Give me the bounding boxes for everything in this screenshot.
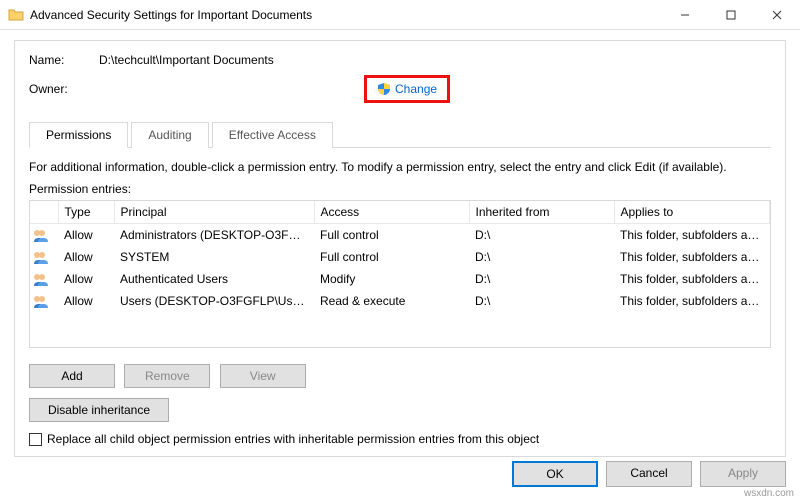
cell-access: Full control bbox=[314, 224, 469, 247]
cancel-button[interactable]: Cancel bbox=[606, 461, 692, 487]
cell-type: Allow bbox=[58, 224, 114, 247]
replace-checkbox-label: Replace all child object permission entr… bbox=[47, 432, 539, 446]
view-button[interactable]: View bbox=[220, 364, 306, 388]
shield-icon bbox=[377, 82, 391, 96]
window-title: Advanced Security Settings for Important… bbox=[30, 8, 662, 22]
grid-header: Type Principal Access Inherited from App… bbox=[30, 201, 770, 224]
content-panel: Name: D:\techcult\Important Documents Ow… bbox=[14, 40, 786, 457]
cell-type: Allow bbox=[58, 290, 114, 312]
cell-applies: This folder, subfolders and files bbox=[614, 246, 770, 268]
permission-grid[interactable]: Type Principal Access Inherited from App… bbox=[29, 200, 771, 348]
cell-access: Full control bbox=[314, 246, 469, 268]
col-icon[interactable] bbox=[30, 201, 58, 224]
cell-type: Allow bbox=[58, 246, 114, 268]
replace-checkbox[interactable] bbox=[29, 433, 42, 446]
tab-effective-access[interactable]: Effective Access bbox=[212, 122, 333, 148]
col-applies[interactable]: Applies to bbox=[614, 201, 770, 224]
cell-applies: This folder, subfolders and files bbox=[614, 224, 770, 247]
cell-principal: Administrators (DESKTOP-O3FGF... bbox=[114, 224, 314, 247]
change-owner-link[interactable]: Change bbox=[364, 75, 450, 103]
cell-inherited: D:\ bbox=[469, 224, 614, 247]
name-value: D:\techcult\Important Documents bbox=[99, 53, 274, 67]
entries-label: Permission entries: bbox=[29, 182, 771, 196]
watermark: wsxdn.com bbox=[744, 488, 794, 499]
cell-principal: Authenticated Users bbox=[114, 268, 314, 290]
people-icon bbox=[30, 224, 58, 247]
maximize-button[interactable] bbox=[708, 0, 754, 30]
col-type[interactable]: Type bbox=[58, 201, 114, 224]
col-inherited[interactable]: Inherited from bbox=[469, 201, 614, 224]
name-row: Name: D:\techcult\Important Documents bbox=[29, 53, 771, 67]
replace-checkbox-row[interactable]: Replace all child object permission entr… bbox=[29, 432, 771, 446]
remove-button[interactable]: Remove bbox=[124, 364, 210, 388]
cell-principal: SYSTEM bbox=[114, 246, 314, 268]
cell-type: Allow bbox=[58, 268, 114, 290]
close-button[interactable] bbox=[754, 0, 800, 30]
table-row[interactable]: AllowAuthenticated UsersModifyD:\This fo… bbox=[30, 268, 770, 290]
help-text: For additional information, double-click… bbox=[29, 160, 771, 174]
owner-row: Owner: Change bbox=[29, 75, 771, 103]
change-owner-text: Change bbox=[395, 82, 437, 96]
cell-access: Modify bbox=[314, 268, 469, 290]
tab-auditing[interactable]: Auditing bbox=[131, 122, 208, 148]
folder-icon bbox=[8, 7, 24, 23]
people-icon bbox=[30, 290, 58, 312]
add-button[interactable]: Add bbox=[29, 364, 115, 388]
disable-inheritance-button[interactable]: Disable inheritance bbox=[29, 398, 169, 422]
cell-principal: Users (DESKTOP-O3FGFLP\Users) bbox=[114, 290, 314, 312]
minimize-button[interactable] bbox=[662, 0, 708, 30]
tab-bar: Permissions Auditing Effective Access bbox=[29, 121, 771, 148]
name-label: Name: bbox=[29, 53, 99, 67]
col-access[interactable]: Access bbox=[314, 201, 469, 224]
tab-permissions[interactable]: Permissions bbox=[29, 122, 128, 148]
table-row[interactable]: AllowAdministrators (DESKTOP-O3FGF...Ful… bbox=[30, 224, 770, 247]
cell-applies: This folder, subfolders and files bbox=[614, 290, 770, 312]
ok-button[interactable]: OK bbox=[512, 461, 598, 487]
table-row[interactable]: AllowUsers (DESKTOP-O3FGFLP\Users)Read &… bbox=[30, 290, 770, 312]
cell-inherited: D:\ bbox=[469, 246, 614, 268]
cell-inherited: D:\ bbox=[469, 268, 614, 290]
titlebar: Advanced Security Settings for Important… bbox=[0, 0, 800, 30]
dialog-footer: OK Cancel Apply bbox=[0, 461, 800, 487]
cell-applies: This folder, subfolders and files bbox=[614, 268, 770, 290]
col-principal[interactable]: Principal bbox=[114, 201, 314, 224]
apply-button[interactable]: Apply bbox=[700, 461, 786, 487]
people-icon bbox=[30, 268, 58, 290]
people-icon bbox=[30, 246, 58, 268]
cell-inherited: D:\ bbox=[469, 290, 614, 312]
cell-access: Read & execute bbox=[314, 290, 469, 312]
table-row[interactable]: AllowSYSTEMFull controlD:\This folder, s… bbox=[30, 246, 770, 268]
owner-label: Owner: bbox=[29, 82, 99, 96]
